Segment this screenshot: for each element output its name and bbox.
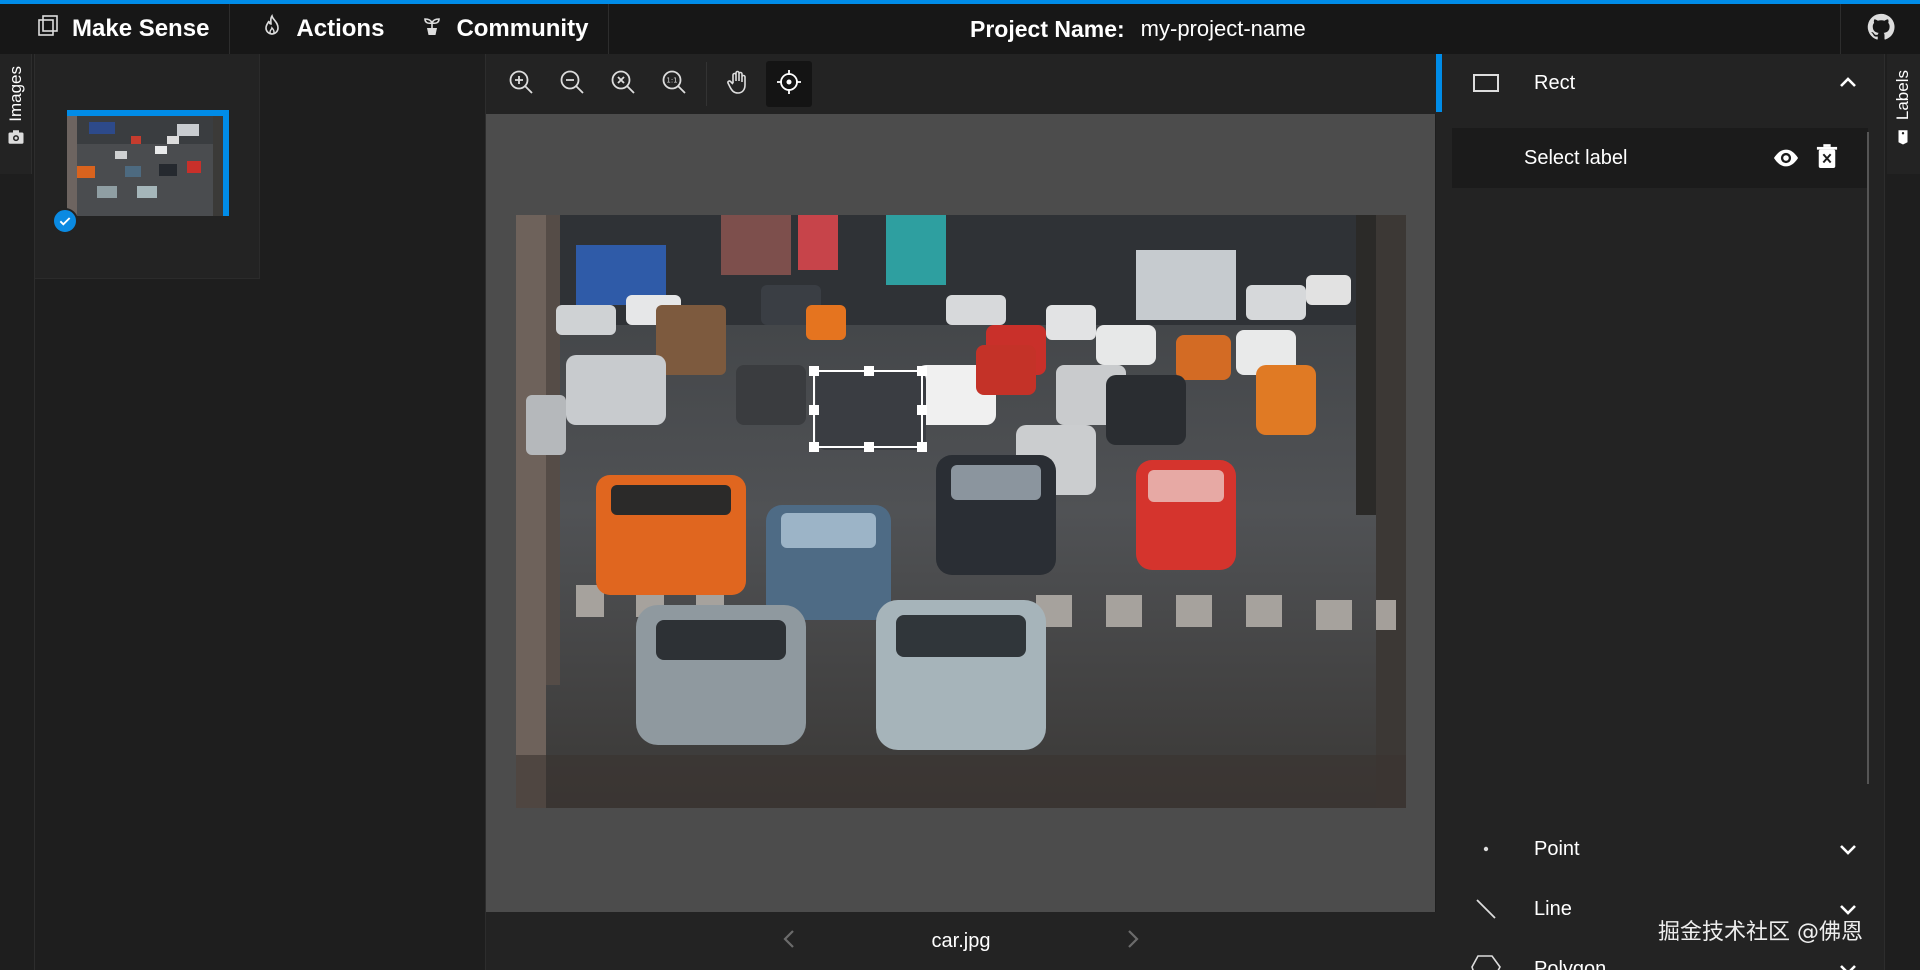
toolbar-divider <box>706 62 707 106</box>
image-canvas[interactable] <box>516 215 1406 808</box>
chevron-left-icon <box>778 930 802 955</box>
scrollbar[interactable] <box>1867 132 1869 784</box>
project-name-label: Project Name: <box>970 15 1125 42</box>
resize-handle[interactable] <box>864 442 874 452</box>
check-icon <box>52 208 78 234</box>
eye-icon[interactable] <box>1772 145 1800 175</box>
thumbnail-selection-frame <box>67 110 229 216</box>
point-icon <box>1468 831 1504 867</box>
resize-handle[interactable] <box>809 442 819 452</box>
project-name-area: Project Name: my-project-name <box>970 4 1306 54</box>
resize-handle[interactable] <box>917 442 927 452</box>
zoom-out-icon <box>558 68 586 100</box>
github-button[interactable] <box>1840 4 1920 54</box>
zoom-fit-icon <box>609 68 637 100</box>
select-label-dropdown[interactable]: Select label <box>1524 147 1627 170</box>
image-list <box>35 54 260 279</box>
top-navigation-bar: Make Sense Actions Community Project Nam… <box>0 0 1920 54</box>
editor-footer: car.jpg <box>486 912 1436 970</box>
next-image-button[interactable] <box>1120 927 1144 955</box>
polygon-icon <box>1468 951 1504 970</box>
zoom-in-button[interactable] <box>498 61 544 107</box>
resize-handle[interactable] <box>917 405 927 415</box>
brand-name: Make Sense <box>72 15 210 42</box>
resize-handle[interactable] <box>809 366 819 376</box>
rect-tool-header[interactable]: Rect <box>1436 54 1884 112</box>
rectangle-icon <box>1468 65 1504 101</box>
editor-area: 1:1 car.jpg <box>485 54 1436 970</box>
polygon-tool-label: Polygon <box>1534 957 1607 970</box>
images-side-tab[interactable]: Images <box>0 54 32 174</box>
plant-icon <box>420 14 444 45</box>
line-icon <box>1468 891 1504 927</box>
pan-button[interactable] <box>715 61 761 107</box>
labels-tab-label: Labels <box>1893 70 1912 121</box>
labels-side-tab[interactable]: Labels <box>1884 54 1920 970</box>
zoom-one-to-one-icon: 1:1 <box>660 68 688 100</box>
divider <box>608 4 610 54</box>
point-tool-header[interactable]: Point <box>1436 820 1884 878</box>
watermark-text: 掘金技术社区 @佛恩 <box>1658 920 1863 945</box>
hand-icon <box>724 68 752 100</box>
tag-icon <box>1894 128 1912 150</box>
zoom-fit-button[interactable] <box>600 61 646 107</box>
chevron-up-icon[interactable] <box>1836 71 1860 95</box>
delete-icon[interactable] <box>1816 144 1838 174</box>
top-nav-left: Make Sense Actions Community <box>0 4 610 54</box>
flame-icon <box>260 13 284 45</box>
logo-icon <box>36 14 60 45</box>
images-tab-label: Images <box>6 66 25 122</box>
point-tool-label: Point <box>1534 837 1580 860</box>
project-name-input[interactable]: my-project-name <box>1141 16 1306 42</box>
chevron-right-icon <box>1120 930 1144 955</box>
actions-label: Actions <box>296 15 385 42</box>
crosshair-icon <box>775 68 803 100</box>
zoom-out-button[interactable] <box>549 61 595 107</box>
previous-image-button[interactable] <box>778 927 802 955</box>
community-label: Community <box>456 15 589 42</box>
labels-panel: Rect Select label Point Line Polygon <box>1436 54 1884 970</box>
camera-icon <box>7 128 25 150</box>
label-row[interactable]: Select label <box>1452 128 1868 188</box>
bounding-box[interactable] <box>809 366 927 452</box>
community-menu-button[interactable]: Community <box>404 4 608 54</box>
resize-handle[interactable] <box>864 366 874 376</box>
resize-handle[interactable] <box>809 405 819 415</box>
brand-button[interactable]: Make Sense <box>0 4 229 54</box>
zoom-one-to-one-button[interactable]: 1:1 <box>651 61 697 107</box>
rect-tool-label: Rect <box>1534 71 1576 94</box>
crosshair-button[interactable] <box>766 61 812 107</box>
chevron-down-icon[interactable] <box>1836 957 1860 970</box>
github-icon <box>1866 12 1896 46</box>
labels-tab-button[interactable]: Labels <box>1887 54 1920 174</box>
editor-toolbar: 1:1 <box>486 54 1436 114</box>
zoom-in-icon <box>507 68 535 100</box>
line-tool-label: Line <box>1534 897 1572 920</box>
traffic-photo <box>516 215 1406 808</box>
actions-menu-button[interactable]: Actions <box>230 4 404 54</box>
image-filename: car.jpg <box>931 929 991 952</box>
resize-handle[interactable] <box>917 366 927 376</box>
chevron-down-icon[interactable] <box>1836 837 1860 861</box>
zoom-one-to-one-glyph: 1:1 <box>666 77 677 85</box>
